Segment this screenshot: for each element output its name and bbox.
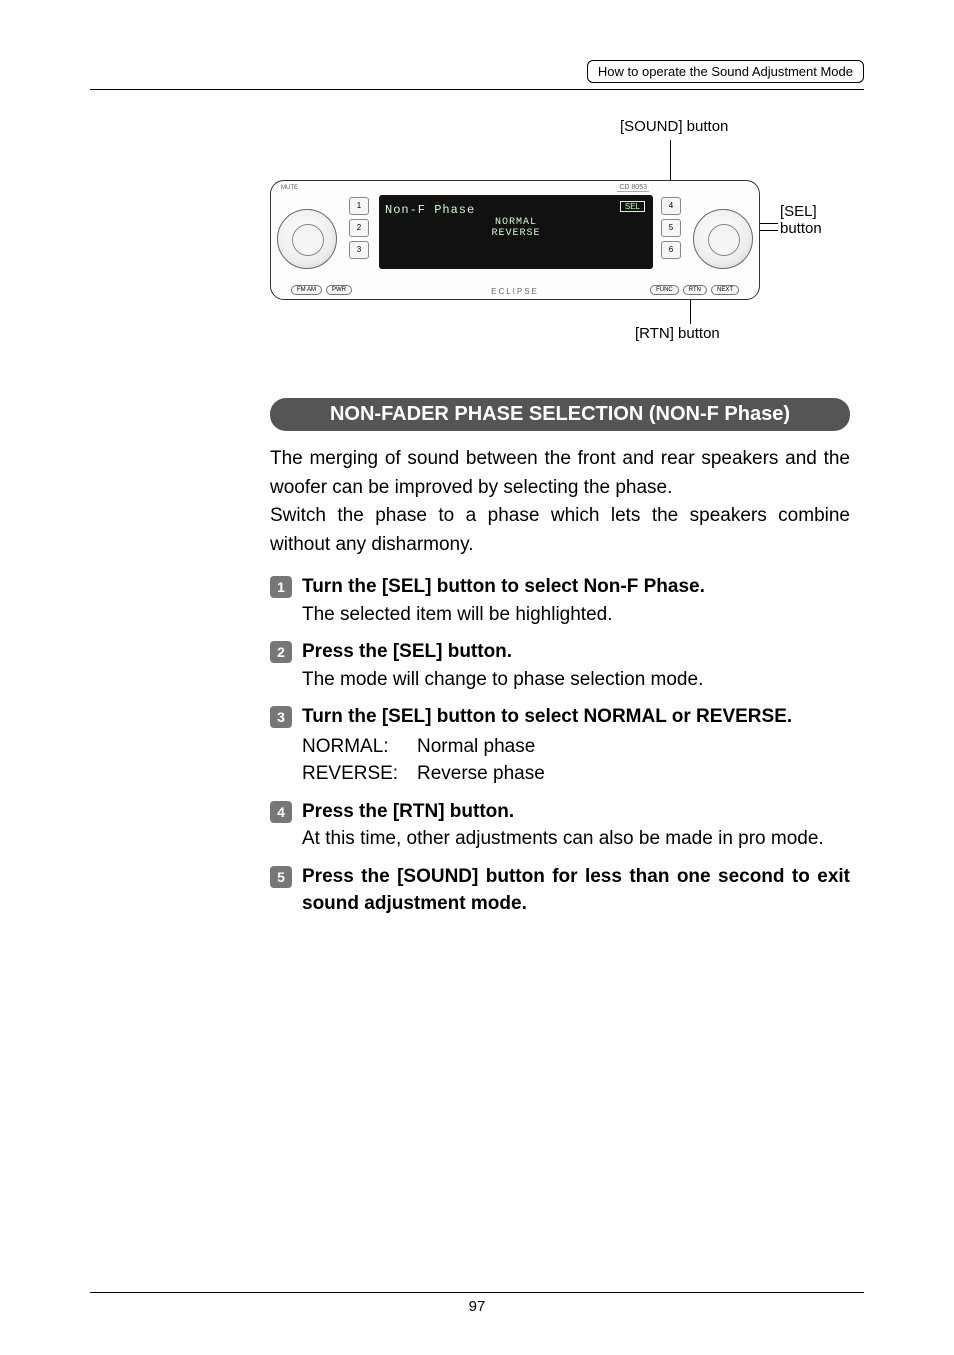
- def-term: REVERSE:: [302, 760, 417, 788]
- step-2: 2 Press the [SEL] button. The mode will …: [270, 638, 850, 693]
- step-5: 5 Press the [SOUND] button for less than…: [270, 863, 850, 918]
- step-number-icon: 2: [270, 641, 292, 663]
- volume-knob-icon: [277, 209, 337, 269]
- step-number-icon: 4: [270, 801, 292, 823]
- sel-callout-line2: button: [780, 220, 822, 237]
- step-title: Turn the [SEL] button to select NORMAL o…: [302, 703, 850, 731]
- step-title: Press the [SOUND] button for less than o…: [302, 863, 850, 918]
- def-value: Normal phase: [417, 733, 535, 761]
- preset-4: 4: [661, 197, 681, 215]
- mute-label: MUTE: [281, 185, 298, 191]
- sel-button-callout: [SEL] button: [780, 204, 822, 237]
- step-3: 3 Turn the [SEL] button to select NORMAL…: [270, 703, 850, 788]
- brand-label: ECLIPSE: [491, 287, 539, 296]
- callout-line: [760, 230, 778, 231]
- preset-6: 6: [661, 241, 681, 259]
- callout-line: [670, 140, 671, 180]
- footer-rule: [90, 1292, 864, 1293]
- top-rule: [90, 89, 864, 90]
- pwr-button-icon: PWR: [326, 285, 352, 295]
- preset-buttons-left: 1 2 3: [349, 197, 369, 259]
- rtn-button-icon: RTN: [683, 285, 707, 295]
- step-title: Turn the [SEL] button to select Non-F Ph…: [302, 573, 850, 601]
- step-title: Press the [SEL] button.: [302, 638, 850, 666]
- display-sel-indicator: SEL: [620, 201, 645, 212]
- page-number: 97: [469, 1298, 486, 1315]
- step-number-icon: 5: [270, 866, 292, 888]
- bottom-right-buttons: FUNC RTN NEXT: [650, 285, 739, 295]
- model-label: CD 8053: [617, 184, 649, 192]
- next-button-icon: NEXT: [711, 285, 739, 295]
- display-line-1: Non-F Phase: [385, 203, 647, 217]
- intro-paragraph: The merging of sound between the front a…: [270, 445, 850, 559]
- sel-knob-icon: [693, 209, 753, 269]
- preset-5: 5: [661, 219, 681, 237]
- head-unit-illustration: MUTE CD 8053 1 2 3 4 5 6 SEL Non-F Phase…: [270, 180, 760, 300]
- device-diagram: [SOUND] button MUTE CD 8053 1 2 3 4 5 6 …: [270, 118, 864, 368]
- def-value: Reverse phase: [417, 760, 545, 788]
- sel-callout-line1: [SEL]: [780, 203, 817, 220]
- preset-buttons-right: 4 5 6: [661, 197, 681, 259]
- definition-reverse: REVERSE: Reverse phase: [302, 760, 850, 788]
- step-number-icon: 3: [270, 706, 292, 728]
- step-1: 1 Turn the [SEL] button to select Non-F …: [270, 573, 850, 628]
- preset-3: 3: [349, 241, 369, 259]
- sound-button-callout: [SOUND] button: [620, 118, 728, 135]
- intro-sentence-2: Switch the phase to a phase which lets t…: [270, 505, 850, 555]
- preset-2: 2: [349, 219, 369, 237]
- step-number-icon: 1: [270, 576, 292, 598]
- step-description: The mode will change to phase selection …: [302, 666, 850, 694]
- intro-sentence-1: The merging of sound between the front a…: [270, 448, 850, 498]
- func-button-icon: FUNC: [650, 285, 679, 295]
- section-heading: NON-FADER PHASE SELECTION (NON-F Phase): [270, 398, 850, 431]
- callout-line: [690, 300, 691, 324]
- def-term: NORMAL:: [302, 733, 417, 761]
- breadcrumb: How to operate the Sound Adjustment Mode: [587, 60, 864, 83]
- step-description: The selected item will be highlighted.: [302, 601, 850, 629]
- step-description: At this time, other adjustments can also…: [302, 825, 850, 853]
- display-line-3: REVERSE: [385, 228, 647, 239]
- rtn-button-callout: [RTN] button: [635, 325, 720, 342]
- definition-normal: NORMAL: Normal phase: [302, 733, 850, 761]
- lcd-display: SEL Non-F Phase NORMAL REVERSE: [379, 195, 653, 269]
- preset-1: 1: [349, 197, 369, 215]
- step-4: 4 Press the [RTN] button. At this time, …: [270, 798, 850, 853]
- step-title: Press the [RTN] button.: [302, 798, 850, 826]
- callout-line: [760, 223, 778, 224]
- bottom-left-buttons: FM AM PWR: [291, 285, 352, 295]
- fm-am-button-icon: FM AM: [291, 285, 322, 295]
- display-line-2: NORMAL: [385, 217, 647, 228]
